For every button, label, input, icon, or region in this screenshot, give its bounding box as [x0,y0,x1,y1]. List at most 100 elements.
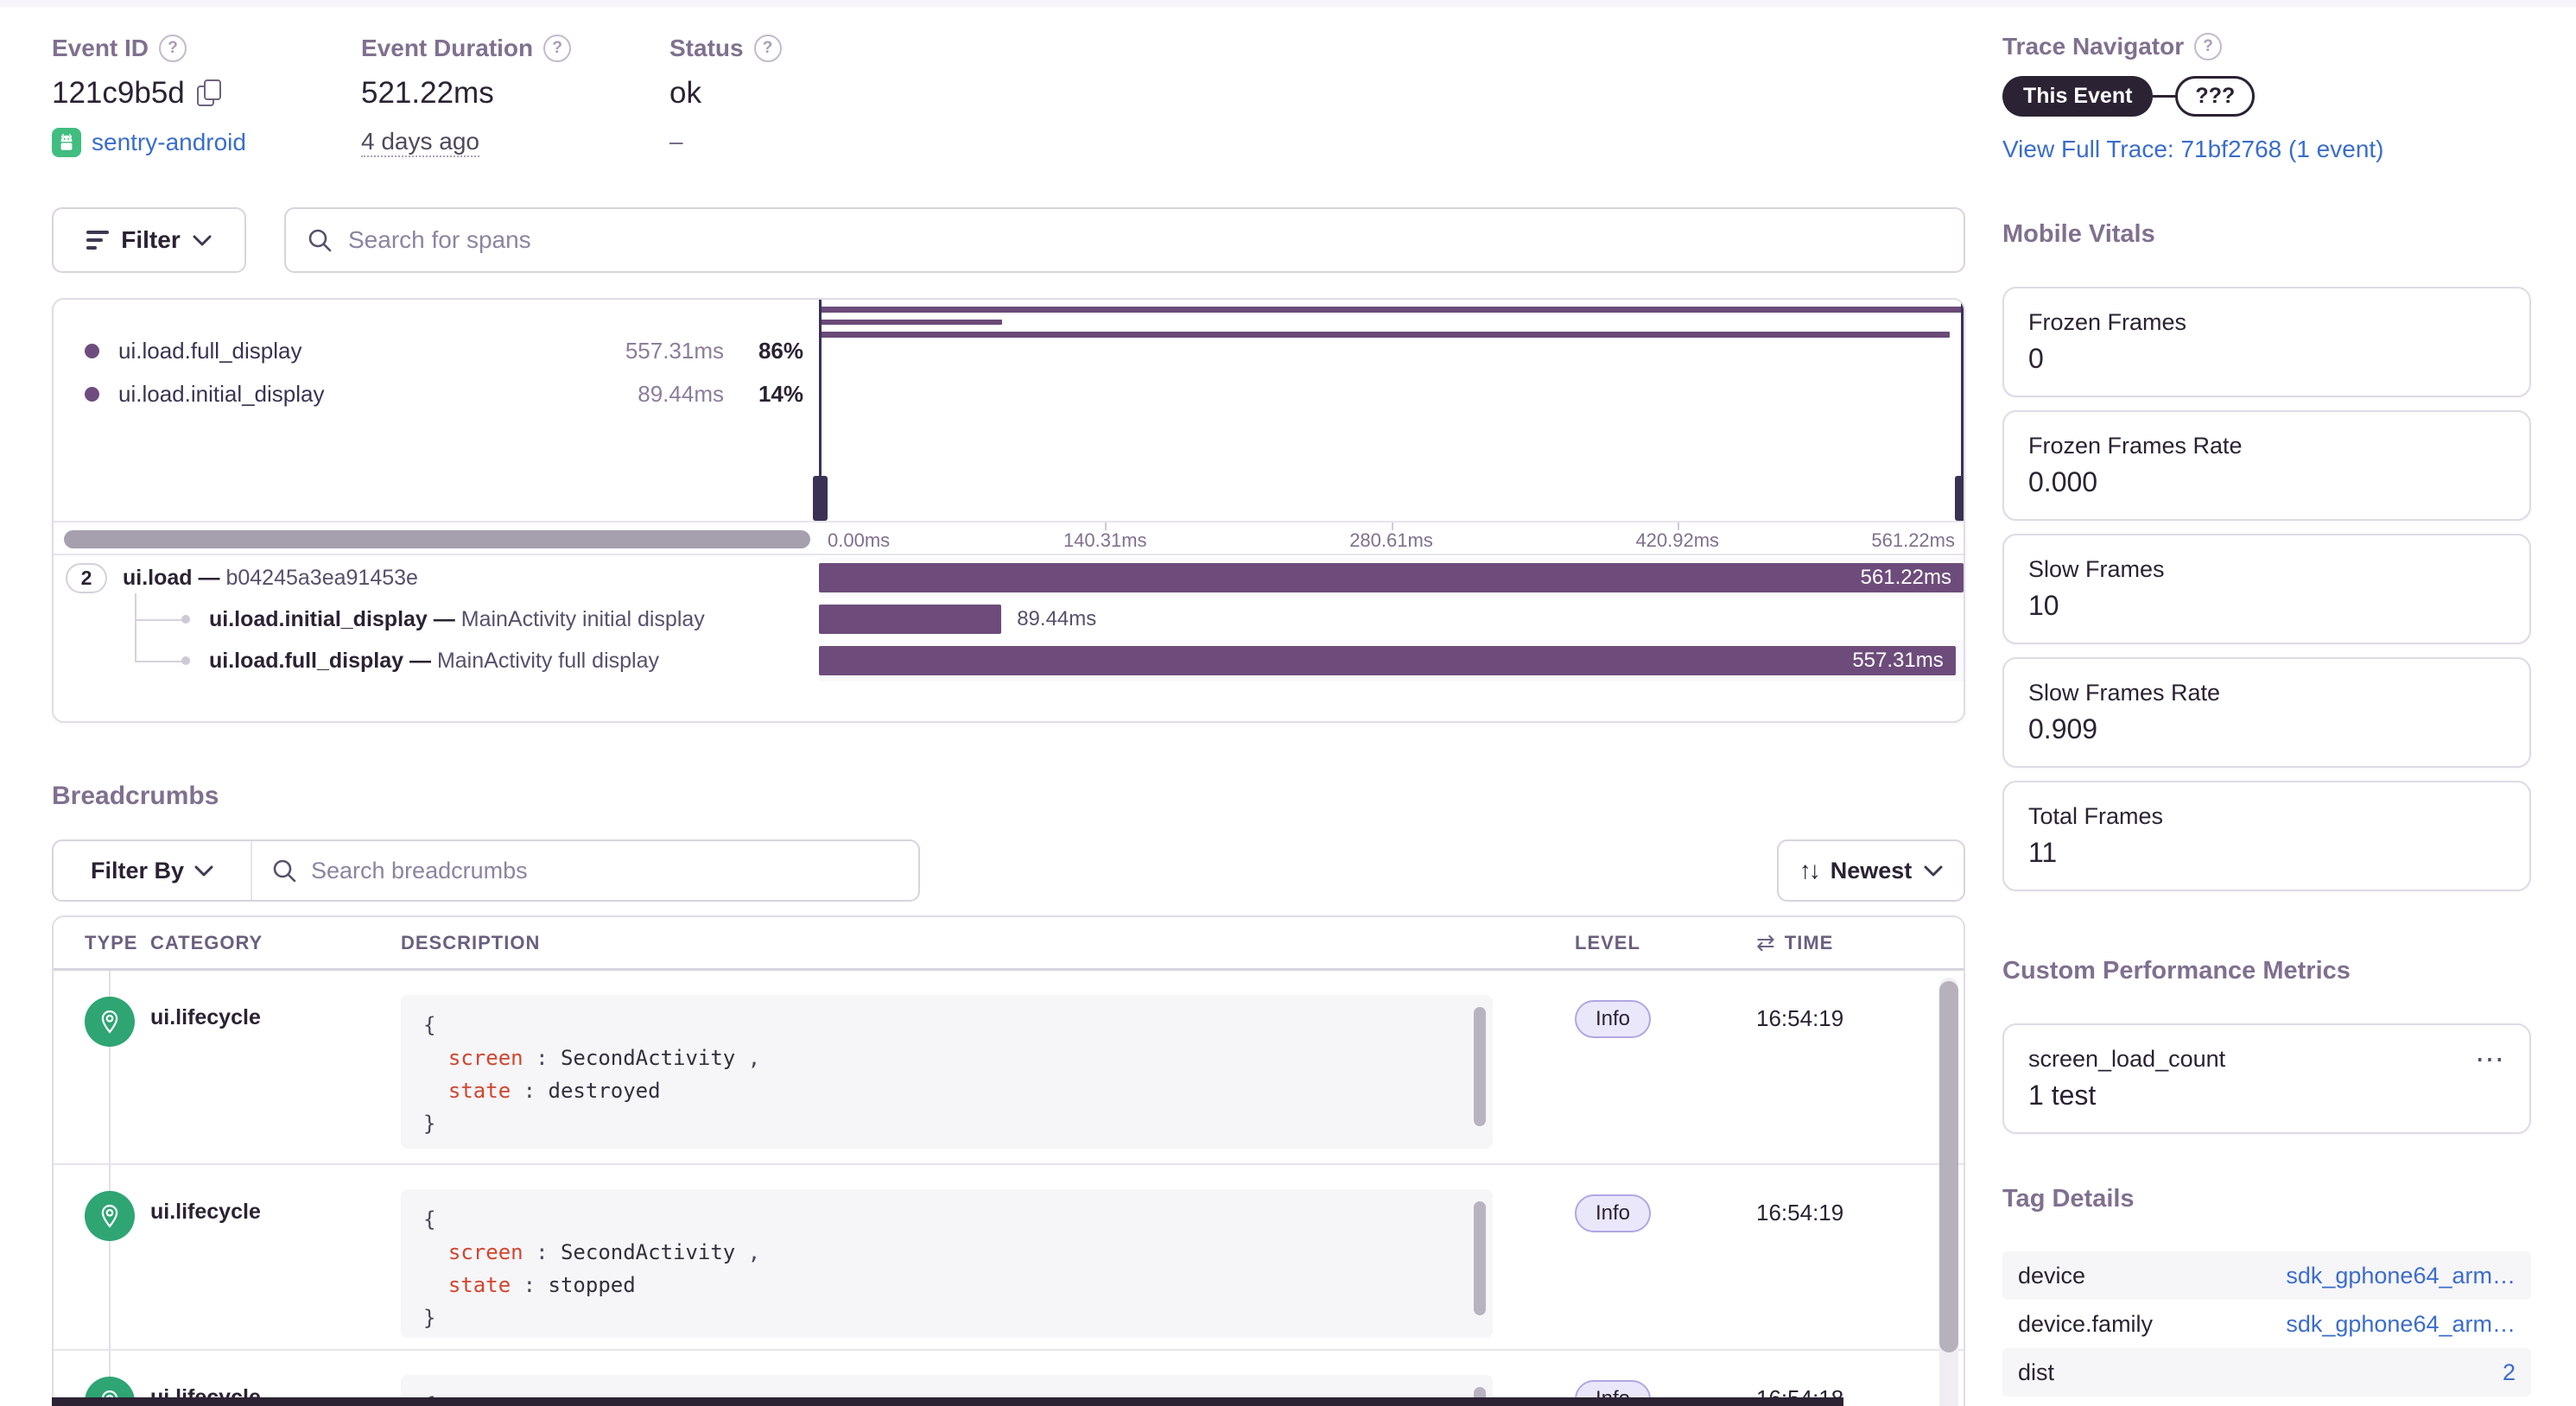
sibling-event-pill[interactable]: ??? [2175,76,2255,117]
breadcrumb-category: ui.lifecycle [150,971,401,1163]
swap-arrows-icon: ⇄ [1756,929,1776,956]
ellipsis-menu-icon[interactable]: ⋯ [2475,1042,2507,1077]
code-scrollbar[interactable] [1474,1201,1486,1315]
tag-value-link[interactable]: sdk_gphone64_arm… [2286,1263,2516,1289]
custom-metrics-section: Custom Performance Metrics screen_load_c… [2002,957,2531,1134]
vital-label: Frozen Frames Rate [2028,433,2505,459]
minimap-span-line [819,320,1002,325]
tag-value-link[interactable]: sdk_gphone64_arm… [2286,1311,2516,1338]
span-color-dot [85,387,99,402]
tag-key: dist [2018,1359,2054,1386]
column-header-level: LEVEL [1575,932,1756,954]
breadcrumbs-search-input[interactable] [311,858,899,884]
tag-row: environment debug [2002,1396,2531,1406]
span-bar[interactable]: 561.22ms [819,563,1964,592]
sort-arrows-icon: ↑↓ [1799,857,1818,884]
span-bar[interactable] [819,605,1001,634]
breadcrumb-row[interactable]: ui.lifecycle { screen : SecondActivity ,… [54,971,1964,1165]
axis-tick: 420.92ms [1635,529,1719,552]
span-row-child[interactable]: ui.load.full_display — MainActivity full… [54,640,1964,681]
minimap-chart[interactable] [819,300,1964,521]
mobile-vitals-title: Mobile Vitals [2002,220,2531,249]
span-duration: 561.22ms [1861,566,1964,590]
event-id-group: Event ID ? 121c9b5d sentry-android [52,35,246,157]
legend-duration: 557.31ms [577,338,724,364]
time-axis: 0.00ms 140.31ms 280.61ms 420.92ms 561.22… [819,522,1964,554]
tag-row: device.family sdk_gphone64_arm… [2002,1300,2531,1348]
project-link[interactable]: sentry-android [92,129,246,156]
legend-item: ui.load.initial_display 89.44ms 14% [54,372,819,415]
breadcrumbs-table-header: TYPE CATEGORY DESCRIPTION LEVEL ⇄ TIME [54,917,1964,971]
table-scrollbar[interactable] [1939,981,1958,1352]
axis-tick: 280.61ms [1349,529,1433,552]
filter-by-label: Filter By [91,858,184,884]
breadcrumbs-title: Breadcrumbs [52,782,219,811]
breadcrumb-code-block[interactable]: { screen : SecondActivity , state : dest… [401,995,1493,1149]
breadcrumbs-search[interactable] [252,841,918,900]
help-icon[interactable]: ? [159,35,187,62]
status-sub: – [669,128,683,155]
axis-tick: 561.22ms [1871,529,1955,552]
event-details-page: Event ID ? 121c9b5d sentry-android Event… [0,0,2576,1406]
axis-tick: 140.31ms [1063,529,1147,552]
breadcrumb-time: 16:54:19 [1756,971,1964,1163]
mobile-vitals-section: Mobile Vitals Frozen Frames 0 Frozen Fra… [2002,220,2531,891]
filter-icon [86,231,109,250]
search-icon [307,227,333,253]
vital-value: 11 [2028,837,2505,869]
code-scrollbar[interactable] [1474,1007,1486,1126]
minimap-right-handle[interactable] [1961,300,1964,521]
event-time-ago[interactable]: 4 days ago [361,128,479,157]
tag-details-title: Tag Details [2002,1185,2531,1213]
event-id-value: 121c9b5d [52,76,185,111]
search-icon [271,858,297,884]
vital-label: Slow Frames [2028,556,2505,583]
help-icon[interactable]: ? [2194,33,2222,60]
chevron-down-icon [193,235,212,246]
trace-navigator: Trace Navigator ? This Event ??? View Fu… [2002,33,2384,163]
project-avatar-android-icon [52,128,81,157]
view-full-trace-link[interactable]: View Full Trace: 71bf2768 (1 event) [2002,136,2384,163]
metric-value: 1 test [2028,1080,2505,1112]
trace-navigator-label: Trace Navigator [2002,33,2184,60]
span-bar[interactable]: 557.31ms [819,646,1956,675]
spans-filter-button[interactable]: Filter [52,207,246,273]
event-duration-value: 521.22ms [361,76,494,111]
legend-percent: 14% [724,381,803,408]
metric-name: screen_load_count [2028,1046,2505,1073]
vital-label: Slow Frames Rate [2028,680,2505,706]
status-group: Status ? ok – [669,35,782,155]
breadcrumbs-sort-button[interactable]: ↑↓ Newest [1777,839,1965,902]
spans-search-input[interactable] [348,226,1943,254]
column-header-time[interactable]: ⇄ TIME [1756,929,1964,956]
breadcrumb-row[interactable]: ui.lifecycle { screen : SecondActivity ,… [54,1165,1964,1351]
minimap-left-handle[interactable] [819,300,822,521]
breadcrumbs-filter-group: Filter By [52,839,920,902]
copy-icon[interactable] [197,79,223,107]
column-header-category: CATEGORY [150,932,401,954]
span-row-child[interactable]: ui.load.initial_display — MainActivity i… [54,598,1964,640]
spans-search[interactable] [284,207,1965,273]
legend-duration: 89.44ms [577,381,724,408]
span-count-badge[interactable]: 2 [66,563,107,593]
minimap-span-line [819,307,1964,313]
span-duration: 89.44ms [1001,605,1096,634]
breadcrumb-code-block[interactable]: { screen : SecondActivity , state : stop… [401,1189,1493,1338]
span-row-root[interactable]: 2 ui.load — b04245a3ea91453e 561.22ms [54,557,1964,598]
help-icon[interactable]: ? [754,35,782,62]
vital-value: 0 [2028,343,2505,375]
legend-percent: 86% [724,338,803,364]
bottom-dark-bar [52,1397,1843,1406]
breadcrumbs-filter-by-button[interactable]: Filter By [54,841,252,900]
help-icon[interactable]: ? [543,35,571,62]
custom-metrics-title: Custom Performance Metrics [2002,957,2531,985]
breadcrumb-category: ui.lifecycle [150,1165,401,1349]
tag-details-section: Tag Details device sdk_gphone64_arm… dev… [2002,1185,2531,1406]
axis-tick: 0.00ms [828,529,890,552]
time-axis-row: 0.00ms 140.31ms 280.61ms 420.92ms 561.22… [54,521,1964,555]
legend-scroll-area [54,522,819,554]
sort-label: Newest [1830,858,1913,884]
horizontal-scrollbar[interactable] [64,530,810,548]
tag-value-link[interactable]: 2 [2503,1359,2516,1386]
this-event-pill[interactable]: This Event [2002,76,2153,117]
